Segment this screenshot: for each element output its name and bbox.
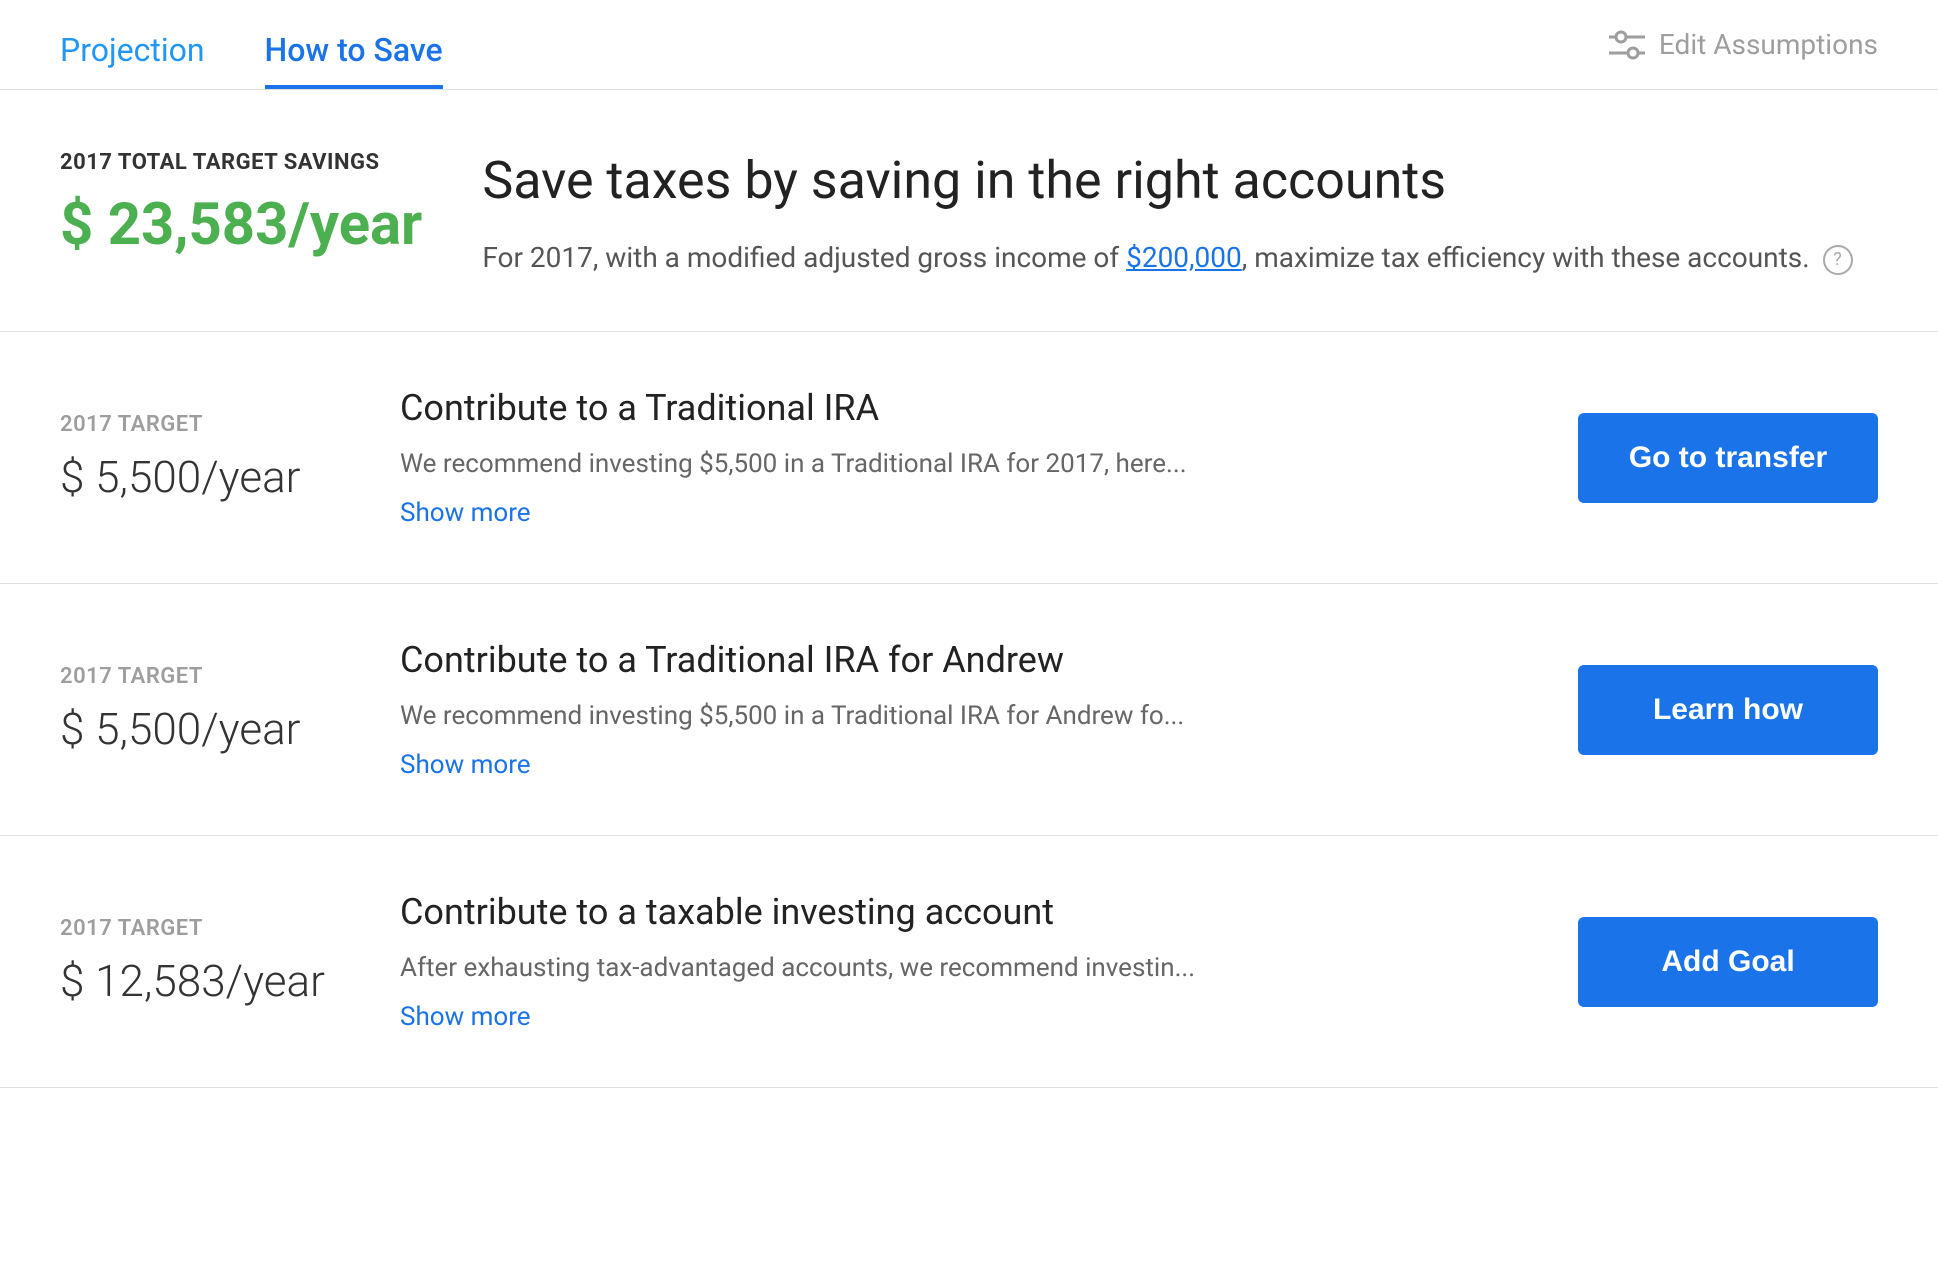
tab-projection[interactable]: Projection	[60, 31, 205, 89]
account-description-1: We recommend investing $5,500 in a Tradi…	[400, 697, 1498, 736]
hero-left: 2017 TOTAL TARGET SAVINGS $ 23,583/year	[60, 150, 422, 281]
account-row: 2017 TARGET $ 5,500/year Contribute to a…	[0, 584, 1938, 836]
account-target-label-0: 2017 TARGET	[60, 412, 340, 437]
account-center-0: Contribute to a Traditional IRA We recom…	[400, 387, 1498, 528]
account-right-1: Learn how	[1558, 665, 1878, 755]
hero-desc-after: , maximize tax efficiency with these acc…	[1242, 241, 1810, 274]
account-center-2: Contribute to a taxable investing accoun…	[400, 891, 1498, 1032]
hero-description: For 2017, with a modified adjusted gross…	[482, 236, 1878, 281]
edit-assumptions-label: Edit Assumptions	[1659, 28, 1878, 61]
tabs-header: Projection How to Save Edit Assumptions	[0, 0, 1938, 90]
info-icon[interactable]: ?	[1823, 245, 1853, 275]
account-description-2: After exhausting tax-advantaged accounts…	[400, 949, 1498, 988]
account-amount-1: $ 5,500/year	[60, 703, 340, 755]
hero-section: 2017 TOTAL TARGET SAVINGS $ 23,583/year …	[0, 90, 1938, 332]
account-amount-0: $ 5,500/year	[60, 451, 340, 503]
account-title-2: Contribute to a taxable investing accoun…	[400, 891, 1498, 933]
sliders-icon	[1607, 29, 1647, 61]
account-right-0: Go to transfer	[1558, 413, 1878, 503]
account-left-1: 2017 TARGET $ 5,500/year	[60, 664, 340, 755]
account-target-label-1: 2017 TARGET	[60, 664, 340, 689]
show-more-link-1[interactable]: Show more	[400, 750, 531, 780]
hero-right: Save taxes by saving in the right accoun…	[482, 150, 1878, 281]
tabs-left: Projection How to Save	[60, 0, 443, 89]
hero-title: Save taxes by saving in the right accoun…	[482, 150, 1878, 212]
account-row: 2017 TARGET $ 12,583/year Contribute to …	[0, 836, 1938, 1088]
account-left-0: 2017 TARGET $ 5,500/year	[60, 412, 340, 503]
edit-assumptions-button[interactable]: Edit Assumptions	[1607, 28, 1878, 61]
account-row: 2017 TARGET $ 5,500/year Contribute to a…	[0, 332, 1938, 584]
action-button-0[interactable]: Go to transfer	[1578, 413, 1878, 503]
account-target-label-2: 2017 TARGET	[60, 916, 340, 941]
account-title-0: Contribute to a Traditional IRA	[400, 387, 1498, 429]
action-button-1[interactable]: Learn how	[1578, 665, 1878, 755]
action-button-2[interactable]: Add Goal	[1578, 917, 1878, 1007]
page-container: Projection How to Save Edit Assumptions …	[0, 0, 1938, 1088]
account-description-0: We recommend investing $5,500 in a Tradi…	[400, 445, 1498, 484]
account-right-2: Add Goal	[1558, 917, 1878, 1007]
account-left-2: 2017 TARGET $ 12,583/year	[60, 916, 340, 1007]
show-more-link-0[interactable]: Show more	[400, 498, 531, 528]
hero-target-label: 2017 TOTAL TARGET SAVINGS	[60, 150, 422, 175]
show-more-link-2[interactable]: Show more	[400, 1002, 531, 1032]
account-title-1: Contribute to a Traditional IRA for Andr…	[400, 639, 1498, 681]
hero-amount: $ 23,583/year	[60, 191, 422, 259]
account-center-1: Contribute to a Traditional IRA for Andr…	[400, 639, 1498, 780]
account-rows: 2017 TARGET $ 5,500/year Contribute to a…	[0, 332, 1938, 1088]
tab-how-to-save[interactable]: How to Save	[265, 31, 443, 89]
account-amount-2: $ 12,583/year	[60, 955, 340, 1007]
hero-desc-before: For 2017, with a modified adjusted gross…	[482, 241, 1126, 274]
hero-income-link[interactable]: $200,000	[1126, 241, 1242, 274]
